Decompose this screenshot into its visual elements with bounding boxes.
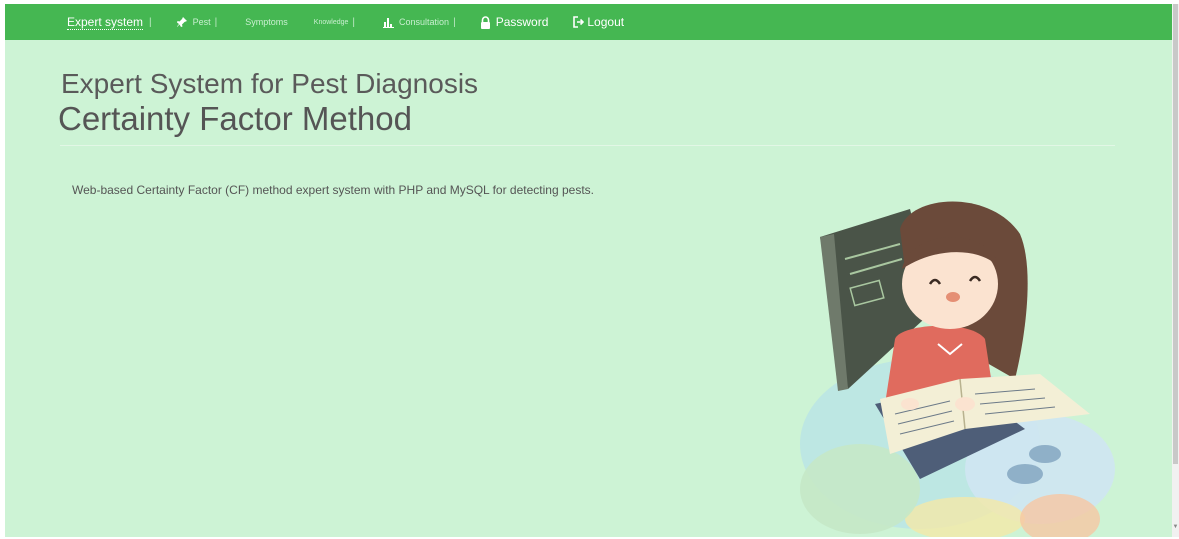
- nav-item-logout-label: Logout: [587, 15, 625, 29]
- nav-item-pest[interactable]: Pest |: [176, 4, 218, 40]
- nav-item-symptoms-label: Symptoms: [245, 17, 288, 27]
- nav-item-knowledge-label: Knowledge: [313, 18, 349, 26]
- logout-icon: [573, 16, 585, 28]
- nav-item-consultation-label: Consultation: [399, 17, 450, 27]
- page-title: Expert System for Pest Diagnosis: [61, 68, 479, 99]
- chart-icon: [383, 16, 395, 28]
- nav-item-knowledge[interactable]: Knowledge |: [314, 4, 355, 40]
- top-navbar: Expert system | Pest | Symptoms Knowledg…: [5, 4, 1172, 40]
- nav-separator: |: [453, 16, 456, 28]
- brand-label: Expert system: [67, 15, 144, 29]
- scroll-down-arrow-icon[interactable]: ▼: [1172, 523, 1179, 531]
- nav-separator: |: [352, 16, 356, 28]
- page-description: Web-based Certainty Factor (CF) method e…: [72, 183, 594, 197]
- page-subtitle: Certainty Factor Method: [58, 100, 412, 137]
- lock-icon: [480, 15, 491, 29]
- nav-item-pest-label: Pest: [192, 17, 211, 27]
- nav-separator: |: [214, 16, 218, 28]
- nav-item-password-label: Password: [495, 15, 549, 29]
- nav-item-symptoms[interactable]: Symptoms: [245, 4, 288, 40]
- page-viewport: Expert system | Pest | Symptoms Knowledg…: [5, 4, 1172, 537]
- girl-reading-book-illustration: [800, 201, 1115, 537]
- nav-item-consultation[interactable]: Consultation |: [383, 4, 456, 40]
- header-divider: [60, 145, 1115, 146]
- vertical-scrollbar[interactable]: ▼: [1172, 4, 1179, 537]
- pin-icon: [176, 16, 188, 28]
- nav-brand-expert-system[interactable]: Expert system: [67, 4, 144, 40]
- scrollbar-thumb[interactable]: [1173, 4, 1178, 464]
- nav-item-password[interactable]: Password: [480, 4, 549, 40]
- nav-item-logout[interactable]: Logout: [573, 4, 624, 40]
- nav-separator: |: [149, 16, 152, 28]
